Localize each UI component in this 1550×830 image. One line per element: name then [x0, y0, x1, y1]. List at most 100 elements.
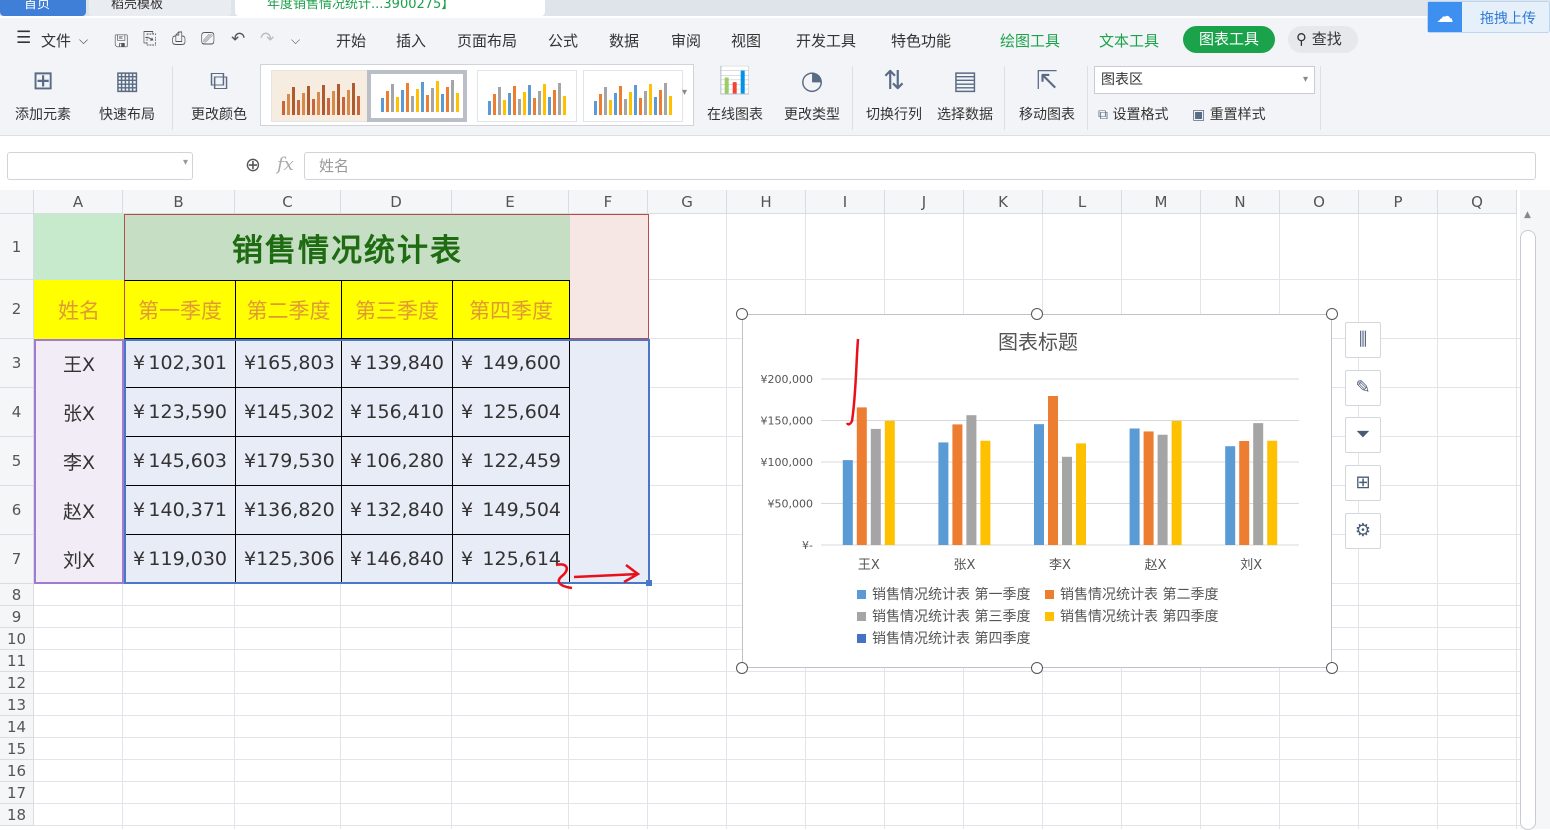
- tab-templates[interactable]: 稻壳模板: [89, 0, 231, 16]
- chart-style-3[interactable]: [477, 70, 577, 122]
- vertical-scrollbar[interactable]: ▲: [1520, 190, 1550, 830]
- chart-element-select[interactable]: 图表区 ▾: [1094, 66, 1315, 94]
- select-data-button[interactable]: ▤ 选择数据: [934, 64, 996, 124]
- menu-review[interactable]: 审阅: [671, 30, 701, 51]
- sales-cell[interactable]: ¥149,600: [453, 339, 570, 388]
- column-header-a[interactable]: A: [34, 190, 123, 214]
- chevron-down-icon[interactable]: ⌵: [79, 33, 88, 48]
- chart-settings-gear-icon[interactable]: ⚙: [1345, 513, 1381, 549]
- redo-icon[interactable]: ↷: [260, 29, 274, 49]
- sales-cell[interactable]: ¥132,840: [342, 486, 453, 535]
- switch-row-col-button[interactable]: ⇅ 切换行列: [863, 64, 925, 124]
- change-type-button[interactable]: ◔ 更改类型: [781, 64, 843, 124]
- column-header-g[interactable]: G: [648, 190, 727, 214]
- online-chart-side-icon[interactable]: ⊞: [1345, 465, 1381, 501]
- resize-handle-s[interactable]: [1031, 662, 1043, 674]
- sales-cell[interactable]: ¥149,504: [453, 486, 570, 535]
- gallery-more-icon[interactable]: ▾: [682, 87, 687, 98]
- row-header-3[interactable]: 3: [0, 339, 34, 388]
- sales-cell[interactable]: ¥102,301: [124, 339, 236, 388]
- sales-cell[interactable]: ¥136,820: [236, 486, 342, 535]
- online-chart-button[interactable]: 📊 在线图表: [700, 64, 770, 124]
- tab-document[interactable]: 年度销售情况统计...3900275】: [235, 0, 545, 16]
- search-button[interactable]: ⚲ 查找: [1288, 26, 1358, 53]
- menu-start[interactable]: 开始: [336, 30, 366, 51]
- hamburger-icon[interactable]: ☰: [16, 28, 31, 48]
- row-header-16[interactable]: 16: [0, 760, 34, 782]
- row-header-13[interactable]: 13: [0, 694, 34, 716]
- resize-handle-ne[interactable]: [1326, 308, 1338, 320]
- header-q2[interactable]: 第二季度: [236, 280, 342, 339]
- cell-f1-f2[interactable]: [570, 214, 649, 339]
- column-header-d[interactable]: D: [341, 190, 452, 214]
- sales-cell[interactable]: ¥125,306: [236, 535, 342, 584]
- sales-cell[interactable]: ¥145,302: [236, 388, 342, 437]
- scrollbar-thumb[interactable]: [1520, 230, 1536, 830]
- undo-icon[interactable]: ↶: [231, 29, 245, 49]
- cell-f[interactable]: [570, 437, 649, 486]
- save-icon[interactable]: 🖫: [114, 29, 128, 58]
- tab-home[interactable]: 首页: [0, 0, 86, 16]
- row-header-12[interactable]: 12: [0, 672, 34, 694]
- add-element-button[interactable]: ⊞ 添加元素: [10, 64, 76, 124]
- sales-cell[interactable]: ¥123,590: [124, 388, 236, 437]
- column-header-l[interactable]: L: [1043, 190, 1122, 214]
- formula-input[interactable]: 姓名: [304, 152, 1536, 180]
- menu-drawing-tools[interactable]: 绘图工具: [1000, 30, 1060, 51]
- column-header-c[interactable]: C: [235, 190, 341, 214]
- name-box[interactable]: ▾: [7, 152, 193, 180]
- zoom-icon[interactable]: ⊕: [245, 154, 261, 176]
- row-header-2[interactable]: 2: [0, 280, 34, 339]
- chart-filter-icon[interactable]: ⏷: [1345, 417, 1381, 453]
- row-header-7[interactable]: 7: [0, 535, 34, 584]
- column-header-o[interactable]: O: [1280, 190, 1359, 214]
- menu-developer[interactable]: 开发工具: [796, 30, 856, 51]
- menu-chart-tools[interactable]: 图表工具: [1183, 26, 1275, 53]
- print-icon[interactable]: ⎙: [172, 29, 186, 49]
- sales-cell[interactable]: ¥156,410: [342, 388, 453, 437]
- reset-style-button[interactable]: ▣ 重置样式: [1192, 104, 1266, 124]
- resize-handle-nw[interactable]: [736, 308, 748, 320]
- row-header-4[interactable]: 4: [0, 388, 34, 437]
- name-cell[interactable]: 赵X: [34, 486, 124, 535]
- row-header-9[interactable]: 9: [0, 606, 34, 628]
- row-header-8[interactable]: 8: [0, 584, 34, 606]
- chart-style-4[interactable]: [583, 70, 683, 122]
- header-q1[interactable]: 第一季度: [124, 280, 236, 339]
- row-header-11[interactable]: 11: [0, 650, 34, 672]
- column-header-k[interactable]: K: [964, 190, 1043, 214]
- name-cell[interactable]: 李X: [34, 437, 124, 486]
- column-header-h[interactable]: H: [727, 190, 806, 214]
- chart-style-brush-icon[interactable]: ✎: [1345, 370, 1381, 406]
- column-header-f[interactable]: F: [569, 190, 648, 214]
- fx-icon[interactable]: fx: [277, 154, 294, 175]
- header-q4[interactable]: 第四季度: [453, 280, 570, 339]
- menu-view[interactable]: 视图: [731, 30, 761, 51]
- sales-cell[interactable]: ¥122,459: [453, 437, 570, 486]
- move-chart-button[interactable]: ⇱ 移动图表: [1016, 64, 1078, 124]
- cloud-upload-button[interactable]: ☁ 拖拽上传: [1427, 1, 1550, 33]
- column-header-m[interactable]: M: [1122, 190, 1201, 214]
- chart-elements-icon[interactable]: ⫼: [1345, 322, 1381, 358]
- print-preview-icon[interactable]: ⎚: [201, 29, 215, 49]
- more-chevron-icon[interactable]: ⌵: [291, 33, 300, 48]
- chart-area[interactable]: 图表标题 ¥- ¥50,000 ¥100,000 ¥150,000 ¥200,000 王X 张…: [742, 314, 1332, 668]
- menu-text-tools[interactable]: 文本工具: [1099, 30, 1159, 51]
- resize-handle-se[interactable]: [1326, 662, 1338, 674]
- sales-cell[interactable]: ¥125,604: [453, 388, 570, 437]
- format-painter-icon[interactable]: ⎘: [143, 29, 157, 49]
- sales-cell[interactable]: ¥119,030: [124, 535, 236, 584]
- column-header-n[interactable]: N: [1201, 190, 1280, 214]
- cell-a1[interactable]: [34, 214, 124, 280]
- sales-cell[interactable]: ¥179,530: [236, 437, 342, 486]
- resize-handle-n[interactable]: [1031, 308, 1043, 320]
- header-q3[interactable]: 第三季度: [342, 280, 453, 339]
- column-header-j[interactable]: J: [885, 190, 964, 214]
- sales-cell[interactable]: ¥140,371: [124, 486, 236, 535]
- table-title-cell[interactable]: 销售情况统计表: [124, 214, 570, 280]
- name-cell[interactable]: 张X: [34, 388, 124, 437]
- column-header-p[interactable]: P: [1359, 190, 1438, 214]
- chart-style-1[interactable]: [271, 70, 371, 122]
- select-all-corner[interactable]: [0, 190, 34, 214]
- change-color-button[interactable]: ⧉ 更改颜色: [183, 64, 255, 124]
